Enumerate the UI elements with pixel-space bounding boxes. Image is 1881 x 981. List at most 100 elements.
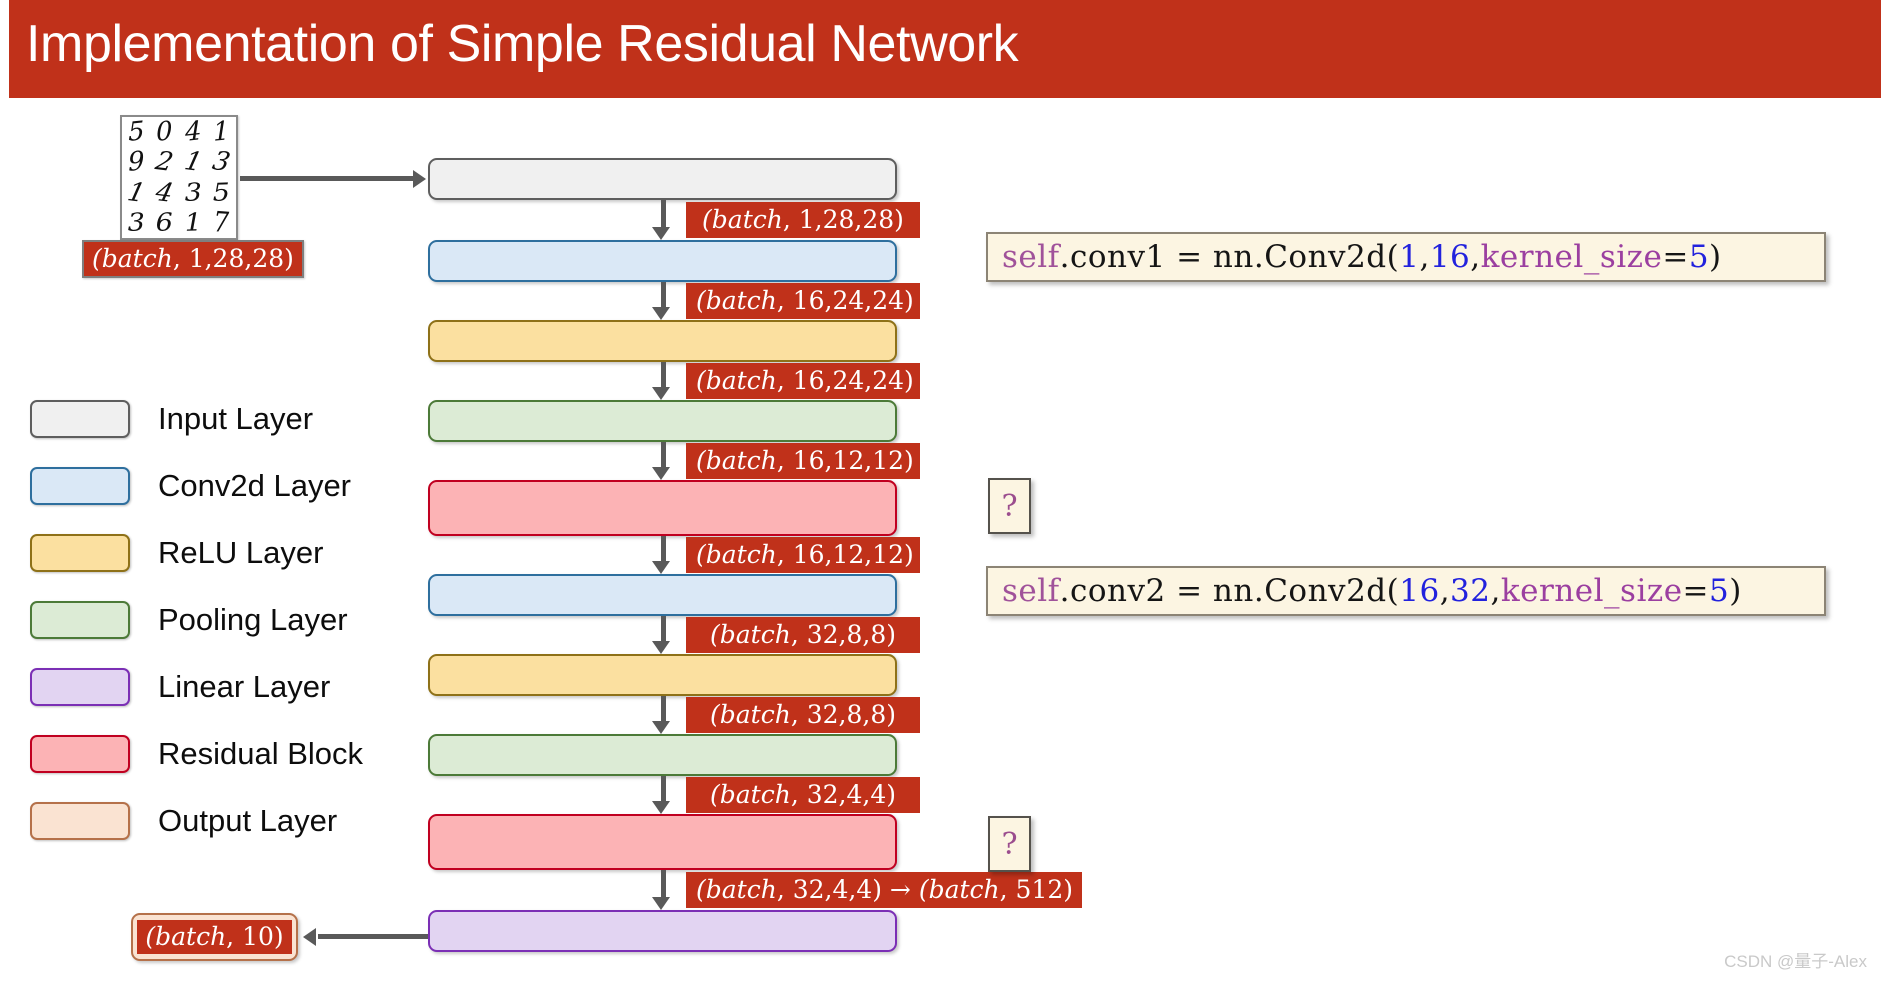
flow-arrow-head bbox=[652, 897, 670, 910]
input-digit: 1 bbox=[181, 146, 205, 179]
relu-layer-1[interactable] bbox=[428, 320, 897, 362]
shape-dims-token: , 16,24,24) bbox=[776, 286, 914, 315]
shape-batch-token: (batch bbox=[696, 366, 777, 395]
input-digit: 4 bbox=[153, 176, 177, 209]
legend-item-label: Residual Block bbox=[158, 735, 364, 771]
code-token-sep2-2: , bbox=[1490, 573, 1501, 609]
input-digit: 3 bbox=[127, 208, 146, 238]
code-token-arg3-2: 5 bbox=[1709, 573, 1730, 609]
tensor-shape-label: (batch, 1,28,28) bbox=[686, 202, 920, 238]
legend-swatch bbox=[30, 734, 130, 773]
shape-batch-token: (batch bbox=[696, 446, 777, 475]
code-token-self-1: self bbox=[1002, 239, 1060, 275]
legend-swatch bbox=[30, 533, 130, 572]
residual-block-2[interactable] bbox=[428, 814, 897, 870]
title-banner: Implementation of Simple Residual Networ… bbox=[0, 0, 1881, 98]
legend-item-label: ReLU Layer bbox=[158, 534, 324, 570]
shape-dims-token: , 512) bbox=[999, 875, 1074, 904]
legend-swatch bbox=[30, 466, 130, 505]
legend-swatch bbox=[30, 399, 130, 438]
tensor-shape-label: (batch, 32,8,8) bbox=[686, 697, 920, 733]
input-digit: 1 bbox=[212, 116, 231, 149]
input-sample-image: 5041921314353617 bbox=[120, 115, 238, 240]
unknown-marker-2[interactable]: ? bbox=[988, 816, 1031, 872]
conv2d-layer-2[interactable] bbox=[428, 574, 897, 616]
flow-arrow-head bbox=[652, 561, 670, 574]
code-token-call-2: .conv2 = nn.Conv2d( bbox=[1059, 573, 1400, 609]
tensor-shape-label: (batch, 16,24,24) bbox=[686, 283, 920, 319]
input-connector-arrowhead bbox=[413, 170, 426, 188]
input-digit: 6 bbox=[155, 208, 174, 238]
page-title: Implementation of Simple Residual Networ… bbox=[26, 15, 1019, 73]
shape-batch-token: (batch bbox=[702, 205, 783, 234]
title-accent-bar bbox=[0, 0, 9, 98]
flow-arrow-line bbox=[661, 442, 666, 469]
tensor-shape-label: (batch, 32,4,4) → (batch, 512) bbox=[686, 872, 1082, 908]
output-connector-arrowhead bbox=[303, 928, 316, 946]
watermark: CSDN @量子-Alex bbox=[1724, 952, 1867, 971]
output-shape-text: (batch, 10) bbox=[137, 920, 292, 954]
shape-batch-token: (batch bbox=[696, 875, 777, 904]
input-digit: 7 bbox=[213, 206, 230, 240]
flow-arrow-head bbox=[652, 307, 670, 320]
shape-batch-token: (batch bbox=[696, 286, 777, 315]
output-shape-badge: (batch, 10) bbox=[131, 913, 298, 961]
code-token-arg2-1: 16 bbox=[1429, 239, 1471, 275]
shape-batch-token: (batch bbox=[918, 875, 1000, 904]
code-token-arg3-1: 5 bbox=[1688, 239, 1710, 275]
linear-layer[interactable] bbox=[428, 910, 897, 952]
output-connector-line bbox=[318, 934, 428, 939]
flow-arrow-line bbox=[661, 696, 666, 723]
input-digit: 2 bbox=[153, 146, 177, 179]
code-snippet-conv2[interactable]: self .conv2 = nn.Conv2d( 16 , 32 , kerne… bbox=[986, 566, 1826, 616]
shape-dims-token: , 1,28,28) bbox=[782, 205, 904, 234]
input-layer[interactable] bbox=[428, 158, 897, 200]
code-token-eq-2: = bbox=[1682, 573, 1710, 609]
tensor-shape-label: (batch, 16,12,12) bbox=[686, 443, 920, 479]
flow-arrow-head bbox=[652, 227, 670, 240]
tensor-shape-label: (batch, 16,12,12) bbox=[686, 537, 920, 573]
input-digit: 4 bbox=[184, 116, 202, 149]
flow-arrow-head bbox=[652, 467, 670, 480]
legend-item: Output Layer bbox=[30, 787, 363, 854]
relu-layer-2[interactable] bbox=[428, 654, 897, 696]
legend-swatch bbox=[30, 667, 130, 706]
code-token-sep2-1: , bbox=[1470, 239, 1481, 275]
pooling-layer-1[interactable] bbox=[428, 400, 897, 442]
flow-arrow-head bbox=[652, 801, 670, 814]
input-digit: 5 bbox=[127, 116, 145, 149]
flow-arrow-head bbox=[652, 387, 670, 400]
input-digit: 1 bbox=[124, 176, 148, 209]
legend: Input Layer Conv2d Layer ReLU Layer Pooling… bbox=[30, 385, 363, 854]
flow-arrow-head bbox=[652, 641, 670, 654]
code-token-close-1: ) bbox=[1709, 239, 1722, 275]
flow-arrow-head bbox=[652, 721, 670, 734]
code-snippet-conv1[interactable]: self .conv1 = nn.Conv2d( 1 , 16 , kernel… bbox=[986, 232, 1826, 282]
input-digit: 1 bbox=[184, 208, 203, 238]
legend-item-label: Output Layer bbox=[158, 802, 338, 838]
legend-item: Residual Block bbox=[30, 720, 363, 787]
legend-item: Conv2d Layer bbox=[30, 452, 363, 519]
legend-item-label: Linear Layer bbox=[158, 668, 331, 704]
slide-canvas: Implementation of Simple Residual Networ… bbox=[0, 0, 1881, 981]
conv2d-layer-1[interactable] bbox=[428, 240, 897, 282]
shape-batch-token: (batch bbox=[710, 780, 791, 809]
input-digit: 3 bbox=[184, 178, 203, 208]
pooling-layer-2[interactable] bbox=[428, 734, 897, 776]
shape-dims-token: , 32,8,8) bbox=[790, 620, 896, 649]
flow-arrow-line bbox=[661, 200, 666, 229]
code-token-sep1-1: , bbox=[1419, 239, 1430, 275]
flow-arrow-line bbox=[661, 870, 666, 899]
unknown-marker-1[interactable]: ? bbox=[988, 478, 1031, 534]
legend-swatch bbox=[30, 600, 130, 639]
flow-arrow-line bbox=[661, 776, 666, 803]
legend-item: Pooling Layer bbox=[30, 586, 363, 653]
flow-arrow-line bbox=[661, 282, 666, 309]
shape-dims-token: , 16,12,12) bbox=[776, 446, 914, 475]
tensor-shape-label: (batch, 16,24,24) bbox=[686, 363, 920, 399]
shape-dims-token: , 32,8,8) bbox=[790, 700, 896, 729]
code-token-eq-1: = bbox=[1662, 239, 1689, 275]
input-digit: 0 bbox=[155, 116, 174, 149]
residual-block-1[interactable] bbox=[428, 480, 897, 536]
tensor-shape-label: (batch, 32,8,8) bbox=[686, 617, 920, 653]
